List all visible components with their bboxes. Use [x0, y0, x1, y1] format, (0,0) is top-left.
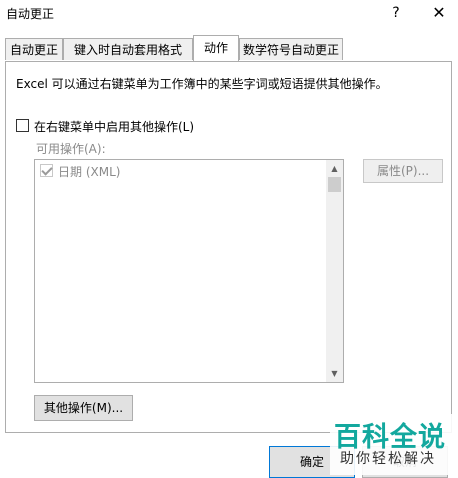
watermark-logo: 百科全说 助你轻松解决	[330, 414, 458, 475]
close-icon[interactable]: ✕	[428, 3, 450, 23]
enable-actions-checkbox[interactable]	[16, 119, 29, 132]
actions-description: Excel 可以通过右键菜单为工作簿中的某些字词或短语提供其他操作。	[16, 77, 388, 91]
available-actions-list[interactable]: 日期 (XML) ▲ ▼	[34, 159, 344, 383]
tab-actions[interactable]: 动作	[193, 35, 239, 61]
properties-button[interactable]: 属性(P)...	[363, 159, 443, 183]
watermark-tagline: 助你轻松解决	[340, 451, 436, 467]
list-item-label: 日期 (XML)	[58, 165, 121, 179]
scroll-down-icon[interactable]: ▼	[326, 365, 343, 382]
tab-autocorrect[interactable]: 自动更正	[5, 38, 63, 60]
list-item-checkbox[interactable]	[40, 164, 53, 177]
list-scrollbar[interactable]: ▲ ▼	[326, 160, 343, 382]
tab-autoformat-as-you-type[interactable]: 键入时自动套用格式	[63, 38, 193, 60]
more-actions-button[interactable]: 其他操作(M)...	[34, 395, 133, 421]
scrollbar-thumb[interactable]	[328, 177, 341, 192]
available-actions-label: 可用操作(A):	[36, 142, 106, 156]
scroll-up-icon[interactable]: ▲	[326, 160, 343, 177]
help-icon[interactable]: ?	[386, 3, 406, 23]
actions-panel: Excel 可以通过右键菜单为工作簿中的某些字词或短语提供其他操作。 在右键菜单…	[5, 61, 452, 433]
enable-actions-label[interactable]: 在右键菜单中启用其他操作(L)	[34, 118, 194, 135]
window-title: 自动更正	[6, 7, 55, 21]
title-bar: 自动更正 ? ✕	[0, 0, 458, 30]
tab-math-autocorrect[interactable]: 数学符号自动更正	[239, 38, 343, 60]
